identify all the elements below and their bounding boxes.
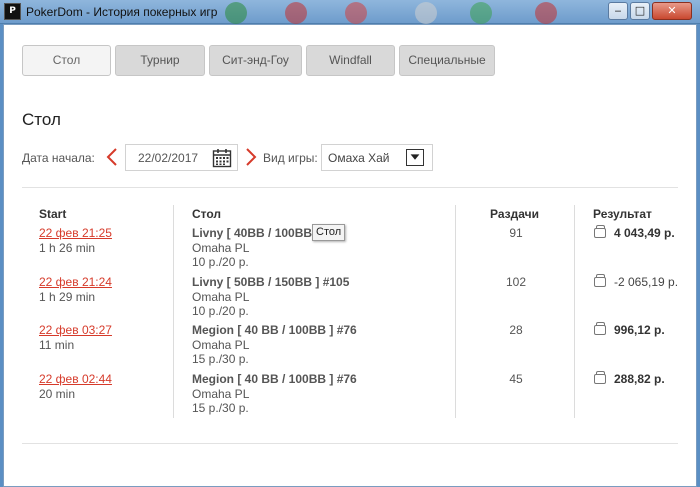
titlebar-decoration xyxy=(215,2,585,24)
session-duration: 11 min xyxy=(39,337,75,352)
chevron-right-icon xyxy=(246,148,257,166)
history-panel: Стол Турнир Сит-энд-Гоу Windfall Специал… xyxy=(3,24,697,487)
wallet-icon xyxy=(594,371,606,384)
result-amount: -2 065,19 р. xyxy=(614,275,679,289)
stakes: 15 р./30 р. xyxy=(192,401,249,415)
table-row[interactable]: 22 фев 21:24 1 h 29 min Livny [ 50BB / 1… xyxy=(4,274,698,323)
hands-count: 45 xyxy=(509,372,523,386)
result-amount: 4 043,49 р. xyxy=(614,226,675,240)
game-variant: Omaha PL xyxy=(192,240,250,255)
wallet-icon xyxy=(594,274,606,287)
hands-count: 91 xyxy=(509,226,523,240)
table-name: Livny [ 50BB / 150BB ] #105 xyxy=(192,275,350,289)
window-title: PokerDom - История покерных игр xyxy=(26,5,218,19)
minimize-button[interactable]: ‒ xyxy=(608,2,628,20)
table-row[interactable]: 22 фев 21:25 1 h 26 min Livny [ 40BB / 1… xyxy=(4,225,698,274)
session-date-link[interactable]: 22 фев 21:25 xyxy=(39,226,112,241)
chevron-down-icon[interactable] xyxy=(406,149,424,166)
game-variant: Omaha PL xyxy=(192,289,250,304)
stakes: 15 р./30 р. xyxy=(192,352,249,366)
header-start[interactable]: Start xyxy=(39,207,66,221)
chevron-left-icon xyxy=(106,148,117,166)
header-hands[interactable]: Раздачи xyxy=(490,207,539,221)
section-title: Стол xyxy=(22,110,61,129)
close-button[interactable]: ✕ xyxy=(652,2,692,20)
calendar-icon[interactable] xyxy=(212,148,232,168)
maximize-button[interactable]: □ xyxy=(630,2,650,20)
divider-top xyxy=(22,187,678,188)
next-date-button[interactable] xyxy=(244,147,258,167)
app-logo-icon: P xyxy=(4,3,21,20)
tab-table[interactable]: Стол xyxy=(22,45,111,76)
table-name-tooltip: Стол xyxy=(312,224,346,241)
tab-special[interactable]: Специальные xyxy=(399,45,495,76)
stakes: 10 р./20 р. xyxy=(192,304,249,318)
start-date-value: 22/02/2017 xyxy=(138,151,199,165)
header-table[interactable]: Стол xyxy=(192,207,221,221)
session-date-link[interactable]: 22 фев 02:44 xyxy=(39,372,112,387)
tab-sit-and-go[interactable]: Сит-энд-Гоу xyxy=(209,45,302,76)
result-amount: 996,12 р. xyxy=(614,323,665,337)
session-duration: 20 min xyxy=(39,386,76,401)
table-name: Megion [ 40 BB / 100BB ] #76 xyxy=(192,323,357,337)
game-variant: Omaha PL xyxy=(192,337,250,352)
table-row[interactable]: 22 фев 02:44 20 min Megion [ 40 BB / 100… xyxy=(4,371,698,420)
result-amount: 288,82 р. xyxy=(614,372,665,386)
session-date-link[interactable]: 22 фев 21:24 xyxy=(39,275,112,290)
table-name: Megion [ 40 BB / 100BB ] #76 xyxy=(192,372,357,386)
start-date-label: Дата начала: xyxy=(22,151,95,165)
table-row[interactable]: 22 фев 03:27 11 min Megion [ 40 BB / 100… xyxy=(4,322,698,371)
table-name: Livny [ 40BB / 100BB xyxy=(192,226,313,240)
wallet-icon xyxy=(594,225,606,238)
header-result[interactable]: Результат xyxy=(593,207,652,221)
hands-count: 102 xyxy=(505,275,527,289)
tab-tournament[interactable]: Турнир xyxy=(115,45,205,76)
game-type-value: Омаха Хай xyxy=(328,151,390,165)
game-type-label: Вид игры: xyxy=(263,151,318,165)
window-titlebar[interactable]: P PokerDom - История покерных игр ‒ □ ✕ xyxy=(0,0,700,24)
prev-date-button[interactable] xyxy=(105,147,119,167)
wallet-icon xyxy=(594,322,606,335)
hands-count: 28 xyxy=(509,323,523,337)
session-duration: 1 h 29 min xyxy=(39,289,96,304)
start-date-field[interactable]: 22/02/2017 xyxy=(125,144,238,171)
game-variant: Omaha PL xyxy=(192,386,250,401)
session-duration: 1 h 26 min xyxy=(39,240,96,255)
stakes: 10 р./20 р. xyxy=(192,255,249,269)
session-date-link[interactable]: 22 фев 03:27 xyxy=(39,323,112,338)
divider-bottom xyxy=(22,443,678,444)
tab-windfall[interactable]: Windfall xyxy=(306,45,395,76)
game-type-select[interactable]: Омаха Хай xyxy=(321,144,433,171)
game-type-tabs: Стол Турнир Сит-энд-Гоу Windfall Специал… xyxy=(22,45,495,76)
